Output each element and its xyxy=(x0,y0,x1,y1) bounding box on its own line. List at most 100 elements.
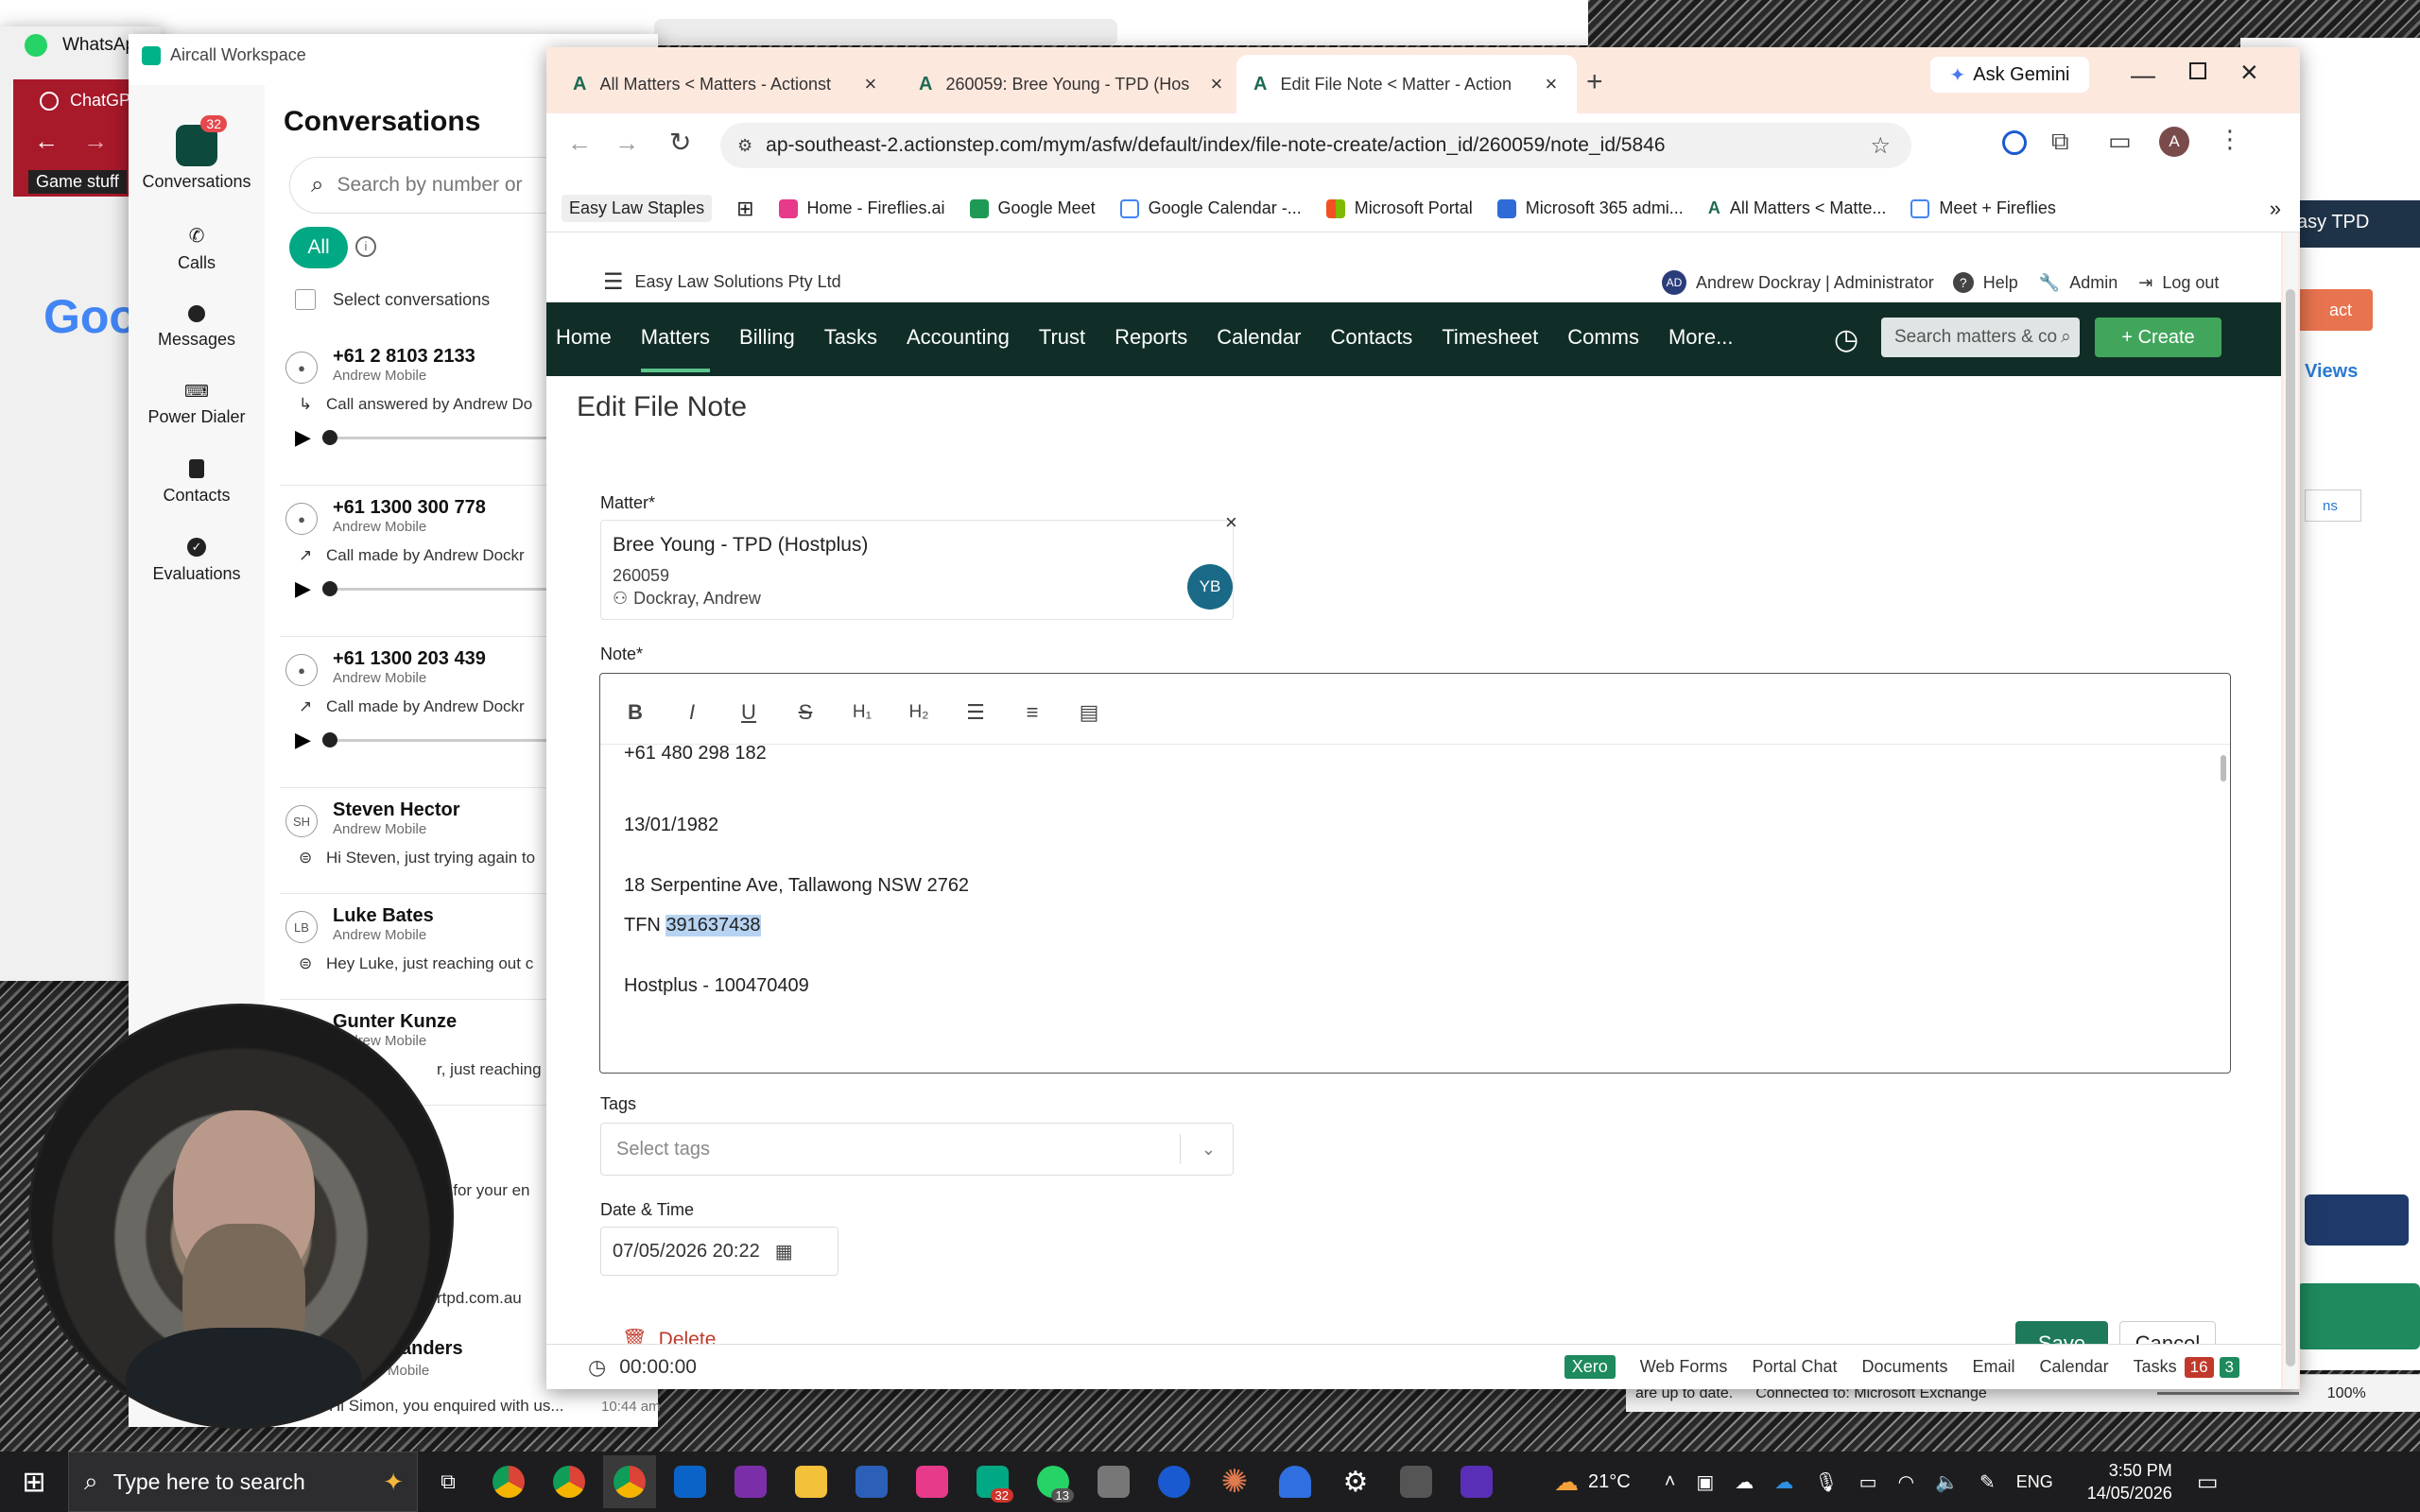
microphone-icon[interactable]: 🎙 xyxy=(1814,1470,1838,1494)
note-line[interactable]: 13/01/1982 xyxy=(624,815,718,836)
snipping-tool-icon[interactable] xyxy=(1087,1455,1140,1508)
matter-card[interactable]: Bree Young - TPD (Hostplus) 260059 ⚇ Dock… xyxy=(600,520,1234,620)
filter-all-button[interactable]: All xyxy=(289,227,348,268)
cast-icon[interactable]: ▭ xyxy=(2108,127,2132,156)
play-icon[interactable]: ▶ xyxy=(295,728,311,752)
note-line[interactable]: +61 480 298 182 xyxy=(624,743,767,765)
bullet-list-icon[interactable]: ☰ xyxy=(958,695,994,730)
notifications-icon[interactable]: ▭ xyxy=(2197,1469,2219,1496)
nav-contacts[interactable]: Contacts xyxy=(129,459,265,506)
heading1-icon[interactable]: H₁ xyxy=(844,695,880,730)
game-stuff-bookmark[interactable]: Game stuff xyxy=(28,170,127,194)
aircall-icon[interactable]: 32 xyxy=(966,1455,1019,1508)
language-indicator[interactable]: ENG xyxy=(2016,1472,2053,1492)
bookmark-fireflies[interactable]: Home - Fireflies.ai xyxy=(778,198,945,218)
nav-billing[interactable]: Billing xyxy=(739,325,795,350)
address-bar[interactable]: ⚙ ap-southeast-2.actionstep.com/mym/asfw… xyxy=(720,123,1911,168)
chrome-icon[interactable] xyxy=(543,1455,596,1508)
tasks-link[interactable]: Tasks xyxy=(2134,1357,2177,1377)
ask-gemini-button[interactable]: ✦ Ask Gemini xyxy=(1930,57,2089,93)
forward-arrow-icon[interactable]: → xyxy=(83,127,108,156)
conversation-item[interactable]: SH Steven Hector Andrew Mobile ⊜ Hi Steve… xyxy=(280,788,563,894)
nav-evaluations[interactable]: ✓ Evaluations xyxy=(129,538,265,584)
extensions-icon[interactable]: ⧉ xyxy=(2051,127,2069,157)
maximize-icon[interactable] xyxy=(2189,62,2206,79)
onedrive-blue-icon[interactable]: ☁ xyxy=(1774,1470,1793,1494)
nav-home[interactable]: Home xyxy=(556,325,612,350)
file-explorer-icon[interactable] xyxy=(785,1455,838,1508)
note-line[interactable]: Hostplus - 100470409 xyxy=(624,975,809,997)
bookmark-all-matters[interactable]: A All Matters < Matte... xyxy=(1708,198,1887,218)
select-checkbox[interactable] xyxy=(295,289,316,310)
clock[interactable]: 3:50 PM 14/05/2026 xyxy=(2087,1459,2172,1504)
portal-chat-link[interactable]: Portal Chat xyxy=(1752,1357,1837,1377)
italic-icon[interactable]: I xyxy=(674,695,710,730)
note-line[interactable]: 18 Serpentine Ave, Tallawong NSW 2762 xyxy=(624,875,969,897)
bookmark-microsoft-portal[interactable]: Microsoft Portal xyxy=(1325,198,1473,218)
star-icon[interactable]: ☆ xyxy=(1870,132,1891,160)
hamburger-icon[interactable]: ☰ xyxy=(603,268,624,296)
tags-select[interactable]: Select tags ⌄ xyxy=(600,1123,1234,1176)
apps-grid-icon[interactable]: ⊞ xyxy=(736,197,753,221)
vpn-icon[interactable] xyxy=(1269,1455,1322,1508)
zoom-slider[interactable] xyxy=(2156,1392,2299,1395)
user-avatar[interactable]: AD xyxy=(1662,270,1686,295)
email-link[interactable]: Email xyxy=(1973,1357,2015,1377)
volume-icon[interactable]: 🔈 xyxy=(1935,1470,1959,1494)
calculator-icon[interactable] xyxy=(1390,1455,1443,1508)
selected-text[interactable]: 391637438 xyxy=(666,915,761,936)
note-line[interactable]: TFN 391637438 xyxy=(624,915,761,936)
more-bookmarks-icon[interactable]: » xyxy=(2270,197,2281,221)
nav-reports[interactable]: Reports xyxy=(1115,325,1187,350)
nav-calls[interactable]: ✆ Calls xyxy=(129,224,265,273)
chevron-down-icon[interactable]: ⌄ xyxy=(1201,1140,1216,1160)
battery-icon[interactable]: ▭ xyxy=(1859,1470,1877,1494)
tray-app-icon[interactable]: ▣ xyxy=(1696,1470,1714,1494)
pen-icon[interactable]: ✎ xyxy=(1979,1470,1996,1494)
nav-trust[interactable]: Trust xyxy=(1039,325,1085,350)
taskbar-search[interactable]: ⌕ Type here to search ✦ xyxy=(68,1452,418,1512)
history-clock-icon[interactable]: ◷ xyxy=(1834,323,1858,356)
web-forms-link[interactable]: Web Forms xyxy=(1640,1357,1728,1377)
wifi-icon[interactable]: ◠ xyxy=(1898,1470,1914,1494)
back-arrow-icon[interactable]: ← xyxy=(34,127,59,156)
new-tab-icon[interactable]: + xyxy=(1586,66,1603,98)
nav-timesheet[interactable]: Timesheet xyxy=(1442,325,1538,350)
tab-edit-file-note[interactable]: A Edit File Note < Matter - Action × xyxy=(1236,55,1577,113)
strikethrough-icon[interactable]: S xyxy=(787,695,823,730)
minimize-icon[interactable]: — xyxy=(2131,60,2155,90)
start-icon[interactable]: ⊞ xyxy=(0,1452,68,1512)
bookmark-easy-law-staples[interactable]: Easy Law Staples xyxy=(562,195,713,222)
onenote-icon[interactable] xyxy=(724,1455,777,1508)
conversation-item[interactable]: LB Luke Bates Andrew Mobile ⊜ Hey Luke, j… xyxy=(280,894,563,1000)
reload-icon[interactable]: ↻ xyxy=(669,127,691,158)
comment-icon[interactable]: ▤ xyxy=(1071,695,1107,730)
tab-bree-young[interactable]: A 260059: Bree Young - TPD (Hos × xyxy=(902,55,1242,113)
note-editor[interactable]: B I U S H₁ H₂ ☰ ≡ ▤ xyxy=(599,673,2231,1074)
documents-link[interactable]: Documents xyxy=(1861,1357,1947,1377)
back-icon[interactable]: ← xyxy=(567,129,592,158)
fireflies-icon[interactable] xyxy=(906,1455,959,1508)
window-close-icon[interactable]: × xyxy=(2240,55,2258,90)
profile-avatar[interactable]: A xyxy=(2159,127,2189,157)
word-icon[interactable] xyxy=(845,1455,898,1508)
whatsapp-icon[interactable]: 13 xyxy=(1027,1455,1080,1508)
weather-widget[interactable]: ☁ 21°C xyxy=(1554,1468,1631,1497)
nav-comms[interactable]: Comms xyxy=(1567,325,1639,350)
numbered-list-icon[interactable]: ≡ xyxy=(1014,695,1050,730)
conversation-item[interactable]: ● +61 1300 203 439 Andrew Mobile ↗ Call m… xyxy=(280,637,563,788)
forward-icon[interactable]: → xyxy=(614,129,639,158)
clear-matter-icon[interactable]: × xyxy=(1225,510,1237,535)
calendar-link[interactable]: Calendar xyxy=(2040,1357,2109,1377)
settings-gear-icon[interactable]: ⚙ xyxy=(1329,1455,1382,1508)
password-manager-icon[interactable] xyxy=(1148,1455,1201,1508)
page-scrollbar[interactable] xyxy=(2283,232,2298,1389)
bookmark-meet-fireflies[interactable]: Meet + Fireflies xyxy=(1910,198,2056,218)
audio-progress[interactable] xyxy=(321,580,549,596)
admin-link[interactable]: Admin xyxy=(2069,273,2118,293)
matter-search[interactable]: Search matters & co ⌕ xyxy=(1881,318,2080,357)
timer[interactable]: 00:00:00 xyxy=(619,1356,697,1379)
chevron-up-icon[interactable]: ˄ xyxy=(1665,1471,1676,1493)
nav-power-dialer[interactable]: ⌨ Power Dialer xyxy=(129,382,265,427)
claude-icon[interactable]: ✺ xyxy=(1208,1455,1261,1508)
